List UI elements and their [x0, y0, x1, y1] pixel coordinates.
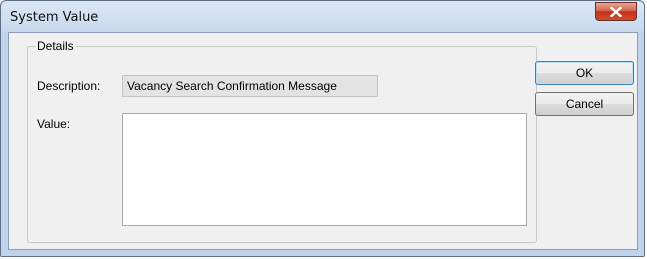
dialog-body: Details Description: Vacancy Search Conf…	[8, 32, 638, 250]
close-icon	[610, 6, 622, 17]
details-group-label: Details	[35, 39, 76, 53]
description-label: Description:	[37, 79, 101, 93]
description-field: Vacancy Search Confirmation Message	[122, 75, 378, 97]
window-title: System Value	[10, 10, 99, 25]
ok-button[interactable]: OK	[535, 61, 634, 85]
title-bar[interactable]: System Value	[1, 1, 644, 32]
cancel-button[interactable]: Cancel	[535, 92, 634, 116]
value-textarea[interactable]	[122, 113, 527, 226]
close-button[interactable]	[595, 2, 637, 21]
details-groupbox: Details Description: Vacancy Search Conf…	[27, 39, 537, 243]
value-label: Value:	[37, 117, 71, 131]
dialog-window: System Value Details Description: Vacanc…	[0, 0, 645, 257]
